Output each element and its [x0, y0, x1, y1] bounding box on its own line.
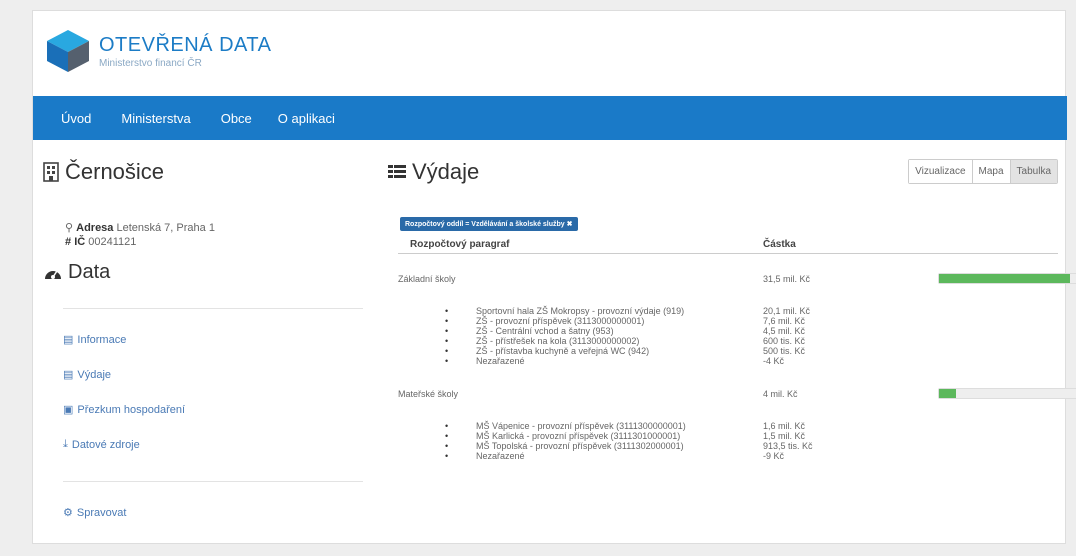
share-bar-fill [939, 389, 957, 398]
bullet: • [445, 451, 449, 461]
sub-item-name: Nezařazené [476, 451, 525, 461]
view-map-button[interactable]: Mapa [972, 160, 1011, 183]
bullet: • [445, 316, 449, 326]
bullet: • [445, 431, 449, 441]
sub-item-name: ZŠ - přístavba kuchyně a veřejná WC (942… [476, 346, 650, 356]
sub-item-name: ZŠ - Centrální vchod a šatny (953) [476, 326, 614, 336]
header-divider [398, 253, 1058, 254]
map-marker-icon: ⚲ [65, 222, 74, 234]
brand-subtitle: Ministerstvo financí ČR [99, 57, 202, 69]
sub-item-name: Nezařazené [476, 356, 525, 366]
sub-item-amount: 913,5 tis. Kč [763, 441, 813, 451]
hash-icon: # [65, 236, 72, 248]
bullet: • [445, 356, 449, 366]
bullet: • [445, 441, 449, 451]
sidebar: Černošice ⚲ Adresa Letenská 7, Praha 1 #… [43, 159, 373, 519]
nav-item-o-aplikaci[interactable]: O aplikaci [278, 111, 335, 126]
main-navbar: Úvod Ministerstva Obce O aplikaci [33, 96, 1067, 140]
save-icon: ▣ [63, 404, 74, 416]
expenses-heading: Výdaje [412, 159, 480, 184]
view-toggle: Vizualizace Mapa Tabulka [908, 159, 1058, 184]
table-icon [388, 164, 406, 180]
municipality-name: Černošice [65, 159, 165, 184]
download-icon: ⤓ [63, 438, 68, 450]
ic-value: 00241121 [88, 236, 137, 248]
sub-item-amount: -4 Kč [763, 356, 785, 366]
nav-item-obce[interactable]: Obce [221, 111, 252, 126]
filter-badge[interactable]: Rozpočtový oddíl = Vzdělávání a školské … [400, 217, 578, 231]
data-title: Data [68, 261, 111, 283]
bullet: • [445, 346, 449, 356]
nav-item-ministerstva[interactable]: Ministerstva [121, 111, 190, 126]
data-menu: ▤ Informace ▤ Výdaje ▣ Přezkum hospodaře… [63, 333, 373, 451]
admin-menu: ⚙ Spravovat [63, 506, 373, 520]
menu-item-label: Přezkum hospodaření [77, 403, 186, 416]
sub-item-name: ZŠ - přístřešek na kola (3113000000002) [476, 336, 640, 346]
manage-label: Spravovat [76, 506, 127, 519]
address-label: Adresa [76, 222, 114, 234]
nav-item-uvod[interactable]: Úvod [61, 111, 91, 126]
page-frame: OTEVŘENÁ DATA Ministerstvo financí ČR Úv… [32, 10, 1076, 544]
sub-item-amount: 1,6 mil. Kč [763, 421, 806, 431]
menu-item-label: Datové zdroje [71, 438, 140, 451]
bullet: • [445, 306, 449, 316]
menu-item-label: Výdaje [77, 368, 112, 381]
sub-item-amount: -9 Kč [763, 451, 785, 461]
share-bar [938, 273, 1076, 284]
view-table-button[interactable]: Tabulka [1010, 160, 1057, 183]
brand-title: OTEVŘENÁ DATA [99, 33, 272, 56]
group-amount: 31,5 mil. Kč [763, 274, 811, 284]
share-bar [938, 388, 1076, 399]
list-icon: ▤ [63, 369, 74, 381]
dashboard-icon [45, 270, 61, 279]
sub-item-amount: 1,5 mil. Kč [763, 431, 806, 441]
bullet: • [445, 336, 449, 346]
gear-icon: ⚙ [63, 507, 73, 519]
sub-item-name: ZŠ - provozní příspěvek (3113000000001) [476, 316, 645, 326]
list-icon: ▤ [63, 334, 74, 346]
sub-item-amount: 20,1 mil. Kč [763, 306, 811, 316]
group-amount: 4 mil. Kč [763, 389, 798, 399]
sub-item-name: MŠ Topolská - provozní příspěvek (311130… [476, 441, 684, 451]
expenses-panel: Výdaje Vizualizace Mapa Tabulka Rozpočto… [388, 159, 1076, 461]
sub-item-name: Sportovní hala ZŠ Mokropsy - provozní vý… [476, 306, 685, 316]
menu-item-label: Informace [77, 333, 127, 346]
building-icon [43, 162, 59, 182]
sub-item-name: MŠ Karlická - provozní příspěvek (311130… [476, 431, 681, 441]
col-header-paragraph: Rozpočtový paragraf [410, 239, 510, 250]
manage-link[interactable]: ⚙ Spravovat [63, 506, 373, 520]
sub-item-amount: 4,5 mil. Kč [763, 326, 806, 336]
cube-logo-icon [47, 30, 89, 72]
address-block: ⚲ Adresa Letenská 7, Praha 1 # IČ 002411… [65, 221, 373, 249]
menu-item-informace[interactable]: ▤ Informace [63, 333, 373, 347]
sub-item-amount: 600 tis. Kč [763, 336, 806, 346]
municipality-title: Černošice [43, 159, 373, 185]
group-name: Mateřské školy [398, 389, 459, 399]
share-bar-fill [939, 274, 1070, 283]
menu-item-prezkum[interactable]: ▣ Přezkum hospodaření [63, 403, 373, 417]
address-value: Letenská 7, Praha 1 [116, 222, 215, 234]
brand-logo[interactable]: OTEVŘENÁ DATA Ministerstvo financí ČR [45, 21, 271, 81]
menu-item-vydaje[interactable]: ▤ Výdaje [63, 368, 373, 382]
sub-item-name: MŠ Vápenice - provozní příspěvek (311130… [476, 421, 686, 431]
sub-item-amount: 7,6 mil. Kč [763, 316, 806, 326]
menu-item-datove-zdroje[interactable]: ⤓ Datové zdroje [63, 438, 373, 451]
bullet: • [445, 421, 449, 431]
sub-item-amount: 500 tis. Kč [763, 346, 806, 356]
col-header-amount: Částka [763, 239, 796, 250]
data-heading: Data [43, 261, 373, 284]
divider [63, 308, 363, 309]
view-visualization-button[interactable]: Vizualizace [909, 160, 973, 183]
divider [63, 481, 363, 482]
bullet: • [445, 326, 449, 336]
ic-label: IČ [74, 236, 86, 248]
group-name: Základní školy [398, 274, 456, 284]
